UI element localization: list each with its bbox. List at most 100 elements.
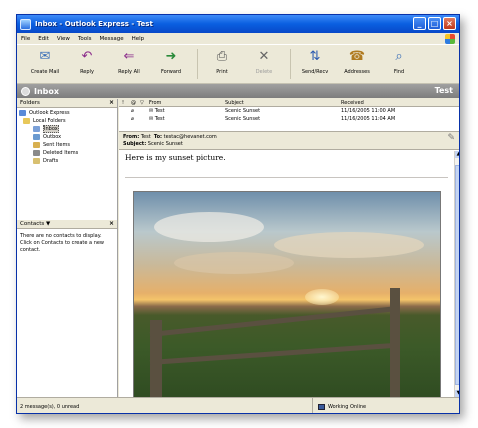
close-button[interactable]: × [443,17,456,30]
addresses-button[interactable]: ☎ Addresses [337,49,377,75]
send-receive-icon: ⇅ [309,49,321,64]
window-title: Inbox - Outlook Express - Test [35,20,153,28]
create-mail-label: Create Mail [30,69,60,75]
folders-header: Folders × [17,99,117,108]
reply-all-icon: ⇐ [123,49,135,64]
menu-view[interactable]: View [57,36,70,42]
column-attachment[interactable]: @ [128,100,137,106]
close-contacts-icon[interactable]: × [109,220,114,227]
contacts-empty-message: There are no contacts to display. Click … [20,233,105,253]
to-label: To: [153,134,163,140]
preview-subject: Scenic Sunset [147,141,183,147]
message-row[interactable]: ⌀ ✉ Test Scenic Sunset 11/16/2005 11:00 … [119,107,459,115]
connection-status: Working Online [313,403,367,410]
sent-items-icon [33,142,40,148]
paperclip-icon[interactable]: ✎ [447,134,455,143]
column-flag[interactable]: ▽ [137,100,146,106]
forward-label: Forward [160,69,182,75]
toolbar: ✉ Create Mail ↶ Reply ⇐ Reply All ➜ Forw… [17,46,459,84]
menu-file[interactable]: File [21,36,30,42]
send-receive-button[interactable]: ⇅ Send/Recv [295,49,335,75]
menu-tools[interactable]: Tools [78,36,92,42]
print-icon: ⎙ [216,49,228,64]
menu-message[interactable]: Message [100,36,124,42]
from-label: From: [123,134,140,140]
folder-inbox[interactable]: Inbox [19,125,115,133]
maximize-button[interactable]: □ [428,17,441,30]
scroll-up-arrow[interactable]: ▲ [455,151,459,158]
status-bar: 2 message(s), 0 unread Working Online [17,397,459,413]
reply-all-label: Reply All [118,69,140,75]
vertical-scrollbar[interactable]: ▲ ▼ [454,151,459,397]
close-folders-icon[interactable]: × [109,99,114,106]
reply-button[interactable]: ↶ Reply [67,49,107,75]
message-from: ✉ Test [149,108,165,114]
message-body-text: Here is my sunset picture. [125,153,226,162]
folder-label: Sent Items [43,142,70,148]
menu-help[interactable]: Help [132,36,145,42]
create-mail-button[interactable]: ✉ Create Mail [25,49,65,75]
reply-label: Reply [80,69,94,75]
folder-label: Deleted Items [43,150,79,156]
preview-to: testac@hevanet.com [163,134,217,140]
drafts-icon [33,158,40,164]
preview-header: From: Test To: testac@hevanet.com Subjec… [119,131,459,150]
fence-rail [149,342,400,365]
windows-logo-icon [445,34,455,44]
column-subject[interactable]: Subject [222,100,338,106]
menu-bar: File Edit View Tools Message Help [17,33,459,45]
column-from[interactable]: From [146,100,222,106]
reply-icon: ↶ [81,49,93,64]
addresses-icon: ☎ [348,49,366,64]
message-row[interactable]: ⌀ ✉ Test Scenic Sunset 11/16/2005 11:04 … [119,115,459,123]
message-subject: Scenic Sunset [225,116,261,122]
message-from: ✉ Test [149,116,165,122]
find-label: Find [393,69,405,75]
delete-label: Delete [255,69,273,75]
folder-deleted-items[interactable]: Deleted Items [19,149,115,157]
find-icon: ⌕ [395,49,403,64]
folder-sent-items[interactable]: Sent Items [19,141,115,149]
minimize-button[interactable]: _ [413,17,426,30]
sunset-photo [133,191,441,397]
folder-local-folders[interactable]: Local Folders [19,117,115,125]
attachment-icon: ⌀ [131,108,135,114]
create-mail-icon: ✉ [39,49,51,64]
current-folder-title: Inbox [34,86,60,96]
cloud [154,212,264,242]
print-label: Print [216,69,228,75]
forward-icon: ➜ [165,49,177,64]
message-list-header: ! @ ▽ From Subject Received [119,99,459,107]
folder-label: Drafts [43,158,59,164]
identity-name: Test [434,86,453,95]
outbox-icon [33,134,40,140]
folder-drafts[interactable]: Drafts [19,157,115,165]
find-button[interactable]: ⌕ Find [379,49,419,75]
folder-outbox[interactable]: Outbox [19,133,115,141]
delete-button[interactable]: ✕ Delete [244,49,284,75]
message-body: Here is my sunset picture. [119,151,454,397]
contacts-header[interactable]: Contacts ▼ × [17,220,117,229]
print-button[interactable]: ⎙ Print [202,49,242,75]
message-subject: Scenic Sunset [225,108,261,114]
scroll-thumb[interactable] [455,165,459,385]
addresses-label: Addresses [344,69,370,75]
left-pane: Folders × Outlook Express Local Folders … [17,99,118,397]
scroll-down-arrow[interactable]: ▼ [455,390,459,397]
title-bar[interactable]: Inbox - Outlook Express - Test _ □ × [17,15,459,33]
reply-all-button[interactable]: ⇐ Reply All [109,49,149,75]
column-received[interactable]: Received [338,100,411,106]
message-received: 11/16/2005 11:04 AM [341,116,396,122]
message-received: 11/16/2005 11:00 AM [341,108,396,114]
local-folders-icon [23,118,30,124]
folder-outlook-express[interactable]: Outlook Express [19,109,115,117]
menu-edit[interactable]: Edit [38,36,49,42]
forward-button[interactable]: ➜ Forward [151,49,191,75]
connection-status-label: Working Online [328,403,367,410]
sun [305,289,339,305]
cloud [274,232,424,258]
folder-label: Inbox [43,125,59,133]
folder-bar: Inbox Test [17,84,459,98]
column-priority[interactable]: ! [119,100,128,106]
toolbar-separator [290,49,291,79]
